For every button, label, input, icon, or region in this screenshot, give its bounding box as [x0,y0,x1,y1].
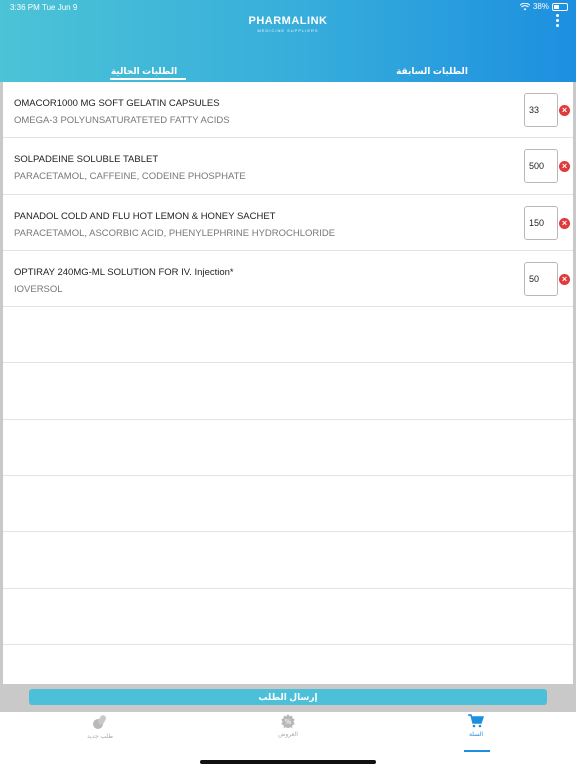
close-circle-icon[interactable]: × [559,273,570,285]
empty-row [3,645,573,684]
list-item: OPTIRAY 240MG-ML SOLUTION FOR IV. Inject… [3,251,573,308]
tabbar-item-cart[interactable]: السلة [416,712,536,760]
status-time: 3:36 PM [10,3,40,12]
logo-subtitle: MEDICINE SUPPLIERS [257,28,319,33]
empty-row [3,532,573,589]
item-ingredients: OMEGA-3 POLYUNSATURATETED FATTY ACIDS [14,115,230,126]
item-ingredients: PARACETAMOL, ASCORBIC ACID, PHENYLEPHRIN… [14,227,336,239]
list-item: SOLPADEINE SOLUBLE TABLET PARACETAMOL, C… [3,138,573,195]
home-indicator [200,760,376,764]
tabbar-item-offers[interactable]: % العروض [228,712,348,760]
tab-previous-orders[interactable]: الطلبات السابقة [288,60,576,82]
empty-row [3,476,573,533]
close-circle-icon[interactable]: × [559,161,570,173]
battery-icon [552,2,568,11]
tabbar-label: طلب جديد [87,734,113,740]
pills-icon [93,715,106,729]
quantity-field[interactable]: 50 [524,261,558,296]
quantity-field[interactable]: 500 [524,149,558,184]
active-tabbar-indicator [464,750,490,752]
logo-text: PHARMALINK [248,15,328,27]
tabbar-item-new-order[interactable]: طلب جديد [40,712,160,760]
item-name: OPTIRAY 240MG-ML SOLUTION FOR IV. Inject… [14,266,234,278]
wifi-icon [519,2,530,10]
empty-row [3,307,573,364]
more-vertical-icon[interactable] [552,14,562,30]
app-logo: PHARMALINK MEDICINE SUPPLIERS [0,15,576,33]
order-tabs: الطلبات السابقة الطلبات الحالية [0,60,576,82]
status-date: Tue Jun 9 [42,3,78,12]
offer-badge-icon: % [281,714,295,728]
cart-icon [468,714,484,728]
quantity-field[interactable]: 150 [524,205,558,240]
list-item: OMACOR1000 MG SOFT GELATIN CAPSULES OMEG… [3,82,573,139]
cart-list: OMACOR1000 MG SOFT GELATIN CAPSULES OMEG… [3,82,573,684]
app-header: 3:36 PM Tue Jun 9 38% PHARMALINK MEDICIN… [0,0,576,82]
status-bar: 3:36 PM Tue Jun 9 38% [0,0,576,14]
empty-row [3,589,573,645]
close-circle-icon[interactable]: × [559,105,570,116]
tabbar-label: العروض [278,732,298,738]
battery-percent: 38% [532,2,549,11]
item-name: SOLPADEINE SOLUBLE TABLET [14,154,159,166]
empty-row [3,363,573,420]
tabbar-label: السلة [468,732,484,738]
close-circle-icon[interactable]: × [559,217,570,229]
empty-row [3,420,573,477]
quantity-field[interactable]: 33 [524,93,558,127]
item-ingredients: PARACETAMOL, CAFFEINE, CODEINE PHOSPHATE [14,171,246,183]
item-name: PANADOL COLD AND FLU HOT LEMON & HONEY S… [14,210,276,222]
active-tab-indicator [110,78,186,80]
list-item: PANADOL COLD AND FLU HOT LEMON & HONEY S… [3,195,573,251]
submit-order-button[interactable]: إرسال الطلب [29,689,547,705]
svg-text:%: % [285,718,292,726]
item-ingredients: IOVERSOL [14,283,63,295]
status-indicators: 38% [519,2,568,11]
item-name: OMACOR1000 MG SOFT GELATIN CAPSULES [14,98,220,109]
